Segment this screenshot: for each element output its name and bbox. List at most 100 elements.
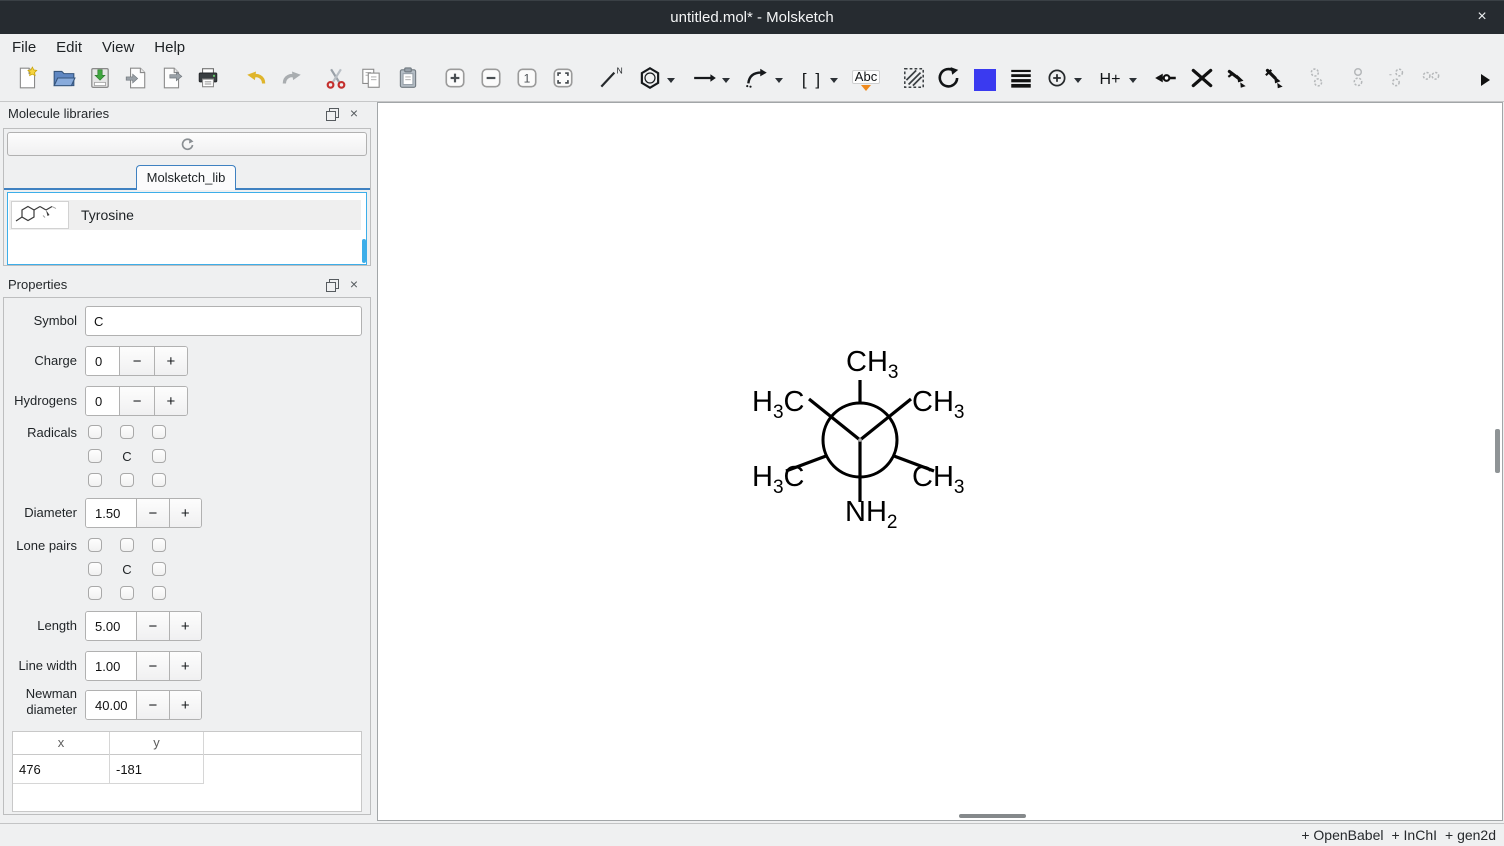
- menu-help[interactable]: Help: [144, 34, 195, 61]
- color-swatch: [974, 69, 996, 91]
- mechanics-tool-2[interactable]: [1259, 65, 1289, 95]
- window-close-button[interactable]: ×: [1468, 1, 1496, 35]
- library-dock-float-button[interactable]: [324, 106, 340, 122]
- properties-dock-close-button[interactable]: ×: [346, 276, 362, 292]
- menu-edit[interactable]: Edit: [46, 34, 92, 61]
- properties-dock-float-button[interactable]: [324, 277, 340, 293]
- copy-button[interactable]: [356, 65, 386, 95]
- color-picker-button[interactable]: [970, 65, 1000, 95]
- menu-view[interactable]: View: [92, 34, 144, 61]
- newman-diameter-decrement-button[interactable]: −: [136, 691, 168, 719]
- ring-dropdown[interactable]: [664, 65, 678, 95]
- tab-molsketch-lib[interactable]: Molsketch_lib: [136, 165, 236, 190]
- charge-increment-button[interactable]: +: [154, 347, 187, 375]
- column-header-x[interactable]: x: [13, 732, 110, 755]
- insert-arrow-tool[interactable]: [690, 65, 720, 95]
- charge-tool[interactable]: [1042, 65, 1072, 95]
- text-tool[interactable]: Abc: [851, 65, 881, 95]
- list-item-tyrosine[interactable]: Tyrosine: [9, 200, 361, 230]
- lone-pair-checkbox[interactable]: [152, 586, 166, 600]
- newman-diameter-value[interactable]: 40.00: [86, 691, 136, 719]
- hydrogens-increment-button[interactable]: +: [154, 387, 187, 415]
- brackets-dropdown[interactable]: [827, 65, 841, 95]
- export-button[interactable]: [157, 65, 187, 95]
- radical-checkbox[interactable]: [88, 425, 102, 439]
- newman-diameter-increment-button[interactable]: +: [169, 691, 201, 719]
- menu-file[interactable]: File: [2, 34, 46, 61]
- lone-pair-checkbox[interactable]: [88, 538, 102, 552]
- molsketch-window: untitled.mol* - Molsketch × File Edit Vi…: [0, 0, 1504, 846]
- atom-label-top-right[interactable]: CH3: [912, 387, 964, 428]
- undo-button[interactable]: [241, 65, 271, 95]
- connect-tool[interactable]: [1151, 65, 1181, 95]
- mechanism-arrow-tool[interactable]: [742, 65, 772, 95]
- atom-label-top-left[interactable]: H3C: [752, 387, 804, 428]
- diameter-value[interactable]: 1.50: [86, 499, 136, 527]
- radical-checkbox[interactable]: [152, 473, 166, 487]
- lone-pair-checkbox[interactable]: [120, 538, 134, 552]
- library-dock-close-button[interactable]: ×: [346, 105, 362, 121]
- cut-button[interactable]: [321, 65, 351, 95]
- library-scrollbar[interactable]: [362, 239, 366, 263]
- toolbar-expand-button[interactable]: [1470, 65, 1500, 95]
- radical-checkbox[interactable]: [152, 449, 166, 463]
- lone-pair-checkbox[interactable]: [88, 562, 102, 576]
- atom-label-bottom[interactable]: NH2: [845, 497, 897, 538]
- length-value[interactable]: 5.00: [86, 612, 136, 640]
- line-width-increment-button[interactable]: +: [169, 652, 201, 680]
- lone-pair-checkbox[interactable]: [88, 586, 102, 600]
- length-decrement-button[interactable]: −: [136, 612, 168, 640]
- lone-pair-checkbox[interactable]: [152, 562, 166, 576]
- diameter-increment-button[interactable]: +: [169, 499, 201, 527]
- zoom-fit-button[interactable]: [548, 65, 578, 95]
- print-button[interactable]: [193, 65, 223, 95]
- charge-decrement-button[interactable]: −: [119, 347, 153, 375]
- mechanics-tool-1[interactable]: [1222, 65, 1252, 95]
- area-selection-tool[interactable]: [899, 65, 929, 95]
- hydrogen-dropdown[interactable]: [1126, 65, 1140, 95]
- save-button[interactable]: [85, 65, 115, 95]
- redo-button[interactable]: [277, 65, 307, 95]
- lone-pair-checkbox[interactable]: [120, 586, 134, 600]
- hydrogens-value[interactable]: 0: [86, 387, 119, 415]
- horizontal-scrollbar[interactable]: [959, 814, 1026, 818]
- diameter-decrement-button[interactable]: −: [136, 499, 168, 527]
- arrow-dropdown[interactable]: [719, 65, 733, 95]
- zoom-out-button[interactable]: [476, 65, 506, 95]
- atom-label-bottom-right[interactable]: CH3: [912, 462, 964, 503]
- charge-dropdown[interactable]: [1071, 65, 1085, 95]
- zoom-in-button[interactable]: [440, 65, 470, 95]
- vertical-scrollbar[interactable]: [1495, 429, 1500, 473]
- radical-checkbox[interactable]: [152, 425, 166, 439]
- symbol-input[interactable]: C: [85, 306, 362, 336]
- radical-checkbox[interactable]: [120, 473, 134, 487]
- import-button[interactable]: [121, 65, 151, 95]
- line-width-decrement-button[interactable]: −: [136, 652, 168, 680]
- zoom-original-button[interactable]: 1: [512, 65, 542, 95]
- draw-bond-tool[interactable]: N: [595, 65, 625, 95]
- cell-x[interactable]: 476: [13, 755, 110, 784]
- cell-y[interactable]: -181: [110, 755, 204, 784]
- line-width-value[interactable]: 1.00: [86, 652, 136, 680]
- insert-ring-tool[interactable]: [635, 65, 665, 95]
- line-width-button[interactable]: [1006, 65, 1036, 95]
- paste-button[interactable]: [393, 65, 423, 95]
- hydrogen-tool[interactable]: H+: [1095, 65, 1125, 95]
- charge-value[interactable]: 0: [86, 347, 119, 375]
- atom-label-top[interactable]: CH3: [846, 347, 898, 388]
- open-file-button[interactable]: [49, 65, 79, 95]
- lone-pair-checkbox[interactable]: [152, 538, 166, 552]
- rotate-tool[interactable]: [934, 65, 964, 95]
- radical-checkbox[interactable]: [88, 473, 102, 487]
- length-increment-button[interactable]: +: [169, 612, 201, 640]
- radical-checkbox[interactable]: [120, 425, 134, 439]
- mechanism-dropdown[interactable]: [772, 65, 786, 95]
- delete-tool[interactable]: [1187, 65, 1217, 95]
- library-refresh-button[interactable]: [7, 132, 367, 156]
- atom-label-bottom-left[interactable]: H3C: [752, 462, 804, 503]
- hydrogens-decrement-button[interactable]: −: [119, 387, 153, 415]
- insert-brackets-tool[interactable]: [ ]: [797, 65, 827, 95]
- new-file-button[interactable]: [13, 65, 43, 95]
- column-header-y[interactable]: y: [110, 732, 204, 755]
- radical-checkbox[interactable]: [88, 449, 102, 463]
